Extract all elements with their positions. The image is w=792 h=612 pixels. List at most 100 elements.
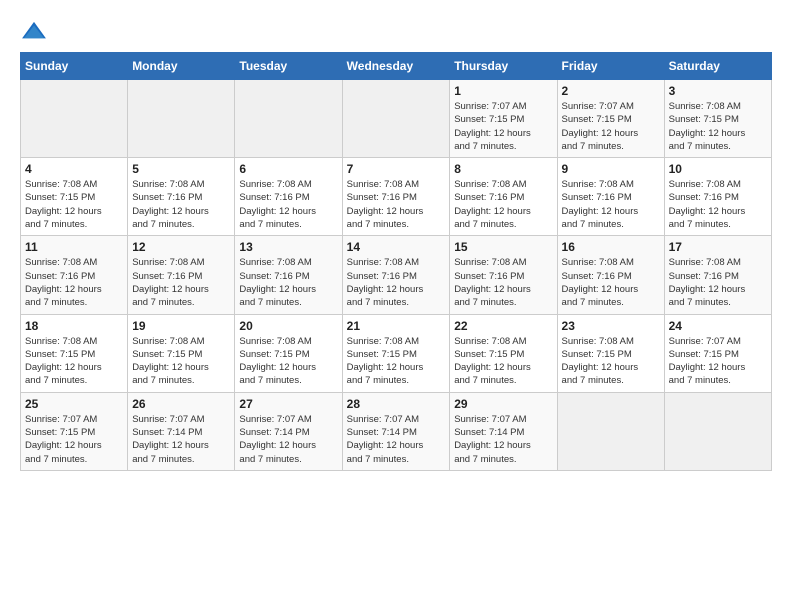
day-number: 28 [347,397,446,411]
day-info: Sunrise: 7:08 AM Sunset: 7:15 PM Dayligh… [25,335,123,388]
calendar-cell: 5 Sunrise: 7:08 AM Sunset: 7:16 PM Daylig… [128,158,235,236]
calendar-cell: 14 Sunrise: 7:08 AM Sunset: 7:16 PM Dayli… [342,236,450,314]
day-number: 6 [239,162,337,176]
calendar-week-1: 1 Sunrise: 7:07 AM Sunset: 7:15 PM Daylig… [21,80,772,158]
calendar-cell: 16Sunrise: 7:08 AM Sunset: 7:16 PM Dayli… [557,236,664,314]
day-info: Sunrise: 7:08 AM Sunset: 7:15 PM Dayligh… [347,335,446,388]
calendar-cell: 2 Sunrise: 7:07 AM Sunset: 7:15 PM Daylig… [557,80,664,158]
day-info: Sunrise: 7:07 AM Sunset: 7:15 PM Dayligh… [669,335,767,388]
calendar-cell: 10 Sunrise: 7:08 AM Sunset: 7:16 PM Dayli… [664,158,771,236]
day-number: 27 [239,397,337,411]
day-info: Sunrise: 7:07 AM Sunset: 7:14 PM Dayligh… [132,413,230,466]
calendar-cell: 3 Sunrise: 7:08 AM Sunset: 7:15 PM Daylig… [664,80,771,158]
day-info: Sunrise: 7:08 AM Sunset: 7:16 PM Dayligh… [669,178,767,231]
day-number: 25 [25,397,123,411]
calendar-week-5: 25 Sunrise: 7:07 AM Sunset: 7:15 PM Dayli… [21,392,772,470]
calendar-cell: 9 Sunrise: 7:08 AM Sunset: 7:16 PM Daylig… [557,158,664,236]
day-info: Sunrise: 7:08 AM Sunset: 7:16 PM Dayligh… [347,178,446,231]
day-info: Sunrise: 7:08 AM Sunset: 7:16 PM Dayligh… [562,178,660,231]
calendar-cell: 23 Sunrise: 7:08 AM Sunset: 7:15 PM Dayli… [557,314,664,392]
day-number: 16 [562,240,660,254]
calendar-cell: 8Sunrise: 7:08 AM Sunset: 7:16 PM Daylig… [450,158,557,236]
day-info: Sunrise: 7:07 AM Sunset: 7:15 PM Dayligh… [25,413,123,466]
day-number: 2 [562,84,660,98]
day-number: 26 [132,397,230,411]
col-header-friday: Friday [557,53,664,80]
calendar-cell [128,80,235,158]
col-header-monday: Monday [128,53,235,80]
calendar-cell: 29 Sunrise: 7:07 AM Sunset: 7:14 PM Dayli… [450,392,557,470]
day-info: Sunrise: 7:08 AM Sunset: 7:15 PM Dayligh… [25,178,123,231]
day-number: 7 [347,162,446,176]
day-info: Sunrise: 7:08 AM Sunset: 7:15 PM Dayligh… [239,335,337,388]
col-header-tuesday: Tuesday [235,53,342,80]
day-info: Sunrise: 7:08 AM Sunset: 7:15 PM Dayligh… [562,335,660,388]
day-info: Sunrise: 7:08 AM Sunset: 7:16 PM Dayligh… [132,256,230,309]
calendar-header-row: SundayMondayTuesdayWednesdayThursdayFrid… [21,53,772,80]
day-info: Sunrise: 7:08 AM Sunset: 7:16 PM Dayligh… [454,178,552,231]
day-number: 24 [669,319,767,333]
day-number: 14 [347,240,446,254]
calendar-cell: 26 Sunrise: 7:07 AM Sunset: 7:14 PM Dayli… [128,392,235,470]
day-info: Sunrise: 7:07 AM Sunset: 7:14 PM Dayligh… [347,413,446,466]
calendar-cell: 4 Sunrise: 7:08 AM Sunset: 7:15 PM Daylig… [21,158,128,236]
calendar-cell: 18Sunrise: 7:08 AM Sunset: 7:15 PM Dayli… [21,314,128,392]
calendar-cell: 1 Sunrise: 7:07 AM Sunset: 7:15 PM Daylig… [450,80,557,158]
day-number: 29 [454,397,552,411]
page-header [20,20,772,42]
day-number: 4 [25,162,123,176]
calendar-cell [235,80,342,158]
day-info: Sunrise: 7:08 AM Sunset: 7:16 PM Dayligh… [347,256,446,309]
calendar-cell: 7 Sunrise: 7:08 AM Sunset: 7:16 PM Daylig… [342,158,450,236]
day-info: Sunrise: 7:07 AM Sunset: 7:14 PM Dayligh… [454,413,552,466]
day-number: 13 [239,240,337,254]
calendar-cell: 17Sunrise: 7:08 AM Sunset: 7:16 PM Dayli… [664,236,771,314]
day-number: 20 [239,319,337,333]
day-number: 23 [562,319,660,333]
day-number: 10 [669,162,767,176]
calendar-cell: 11 Sunrise: 7:08 AM Sunset: 7:16 PM Dayli… [21,236,128,314]
calendar-cell: 15 Sunrise: 7:08 AM Sunset: 7:16 PM Dayli… [450,236,557,314]
day-info: Sunrise: 7:07 AM Sunset: 7:15 PM Dayligh… [454,100,552,153]
calendar-cell: 22Sunrise: 7:08 AM Sunset: 7:15 PM Dayli… [450,314,557,392]
day-number: 11 [25,240,123,254]
calendar-cell [342,80,450,158]
day-number: 5 [132,162,230,176]
day-info: Sunrise: 7:08 AM Sunset: 7:15 PM Dayligh… [669,100,767,153]
day-number: 15 [454,240,552,254]
calendar-cell: 6 Sunrise: 7:08 AM Sunset: 7:16 PM Daylig… [235,158,342,236]
calendar-cell [21,80,128,158]
calendar-week-3: 11 Sunrise: 7:08 AM Sunset: 7:16 PM Dayli… [21,236,772,314]
day-info: Sunrise: 7:08 AM Sunset: 7:16 PM Dayligh… [239,178,337,231]
calendar-cell: 24 Sunrise: 7:07 AM Sunset: 7:15 PM Dayli… [664,314,771,392]
calendar-cell: 12 Sunrise: 7:08 AM Sunset: 7:16 PM Dayli… [128,236,235,314]
day-number: 22 [454,319,552,333]
day-info: Sunrise: 7:08 AM Sunset: 7:16 PM Dayligh… [239,256,337,309]
calendar-cell: 28 Sunrise: 7:07 AM Sunset: 7:14 PM Dayli… [342,392,450,470]
col-header-wednesday: Wednesday [342,53,450,80]
logo [20,20,52,42]
calendar-cell: 21 Sunrise: 7:08 AM Sunset: 7:15 PM Dayli… [342,314,450,392]
day-info: Sunrise: 7:08 AM Sunset: 7:16 PM Dayligh… [132,178,230,231]
calendar-cell: 19Sunrise: 7:08 AM Sunset: 7:15 PM Dayli… [128,314,235,392]
calendar-cell [557,392,664,470]
col-header-thursday: Thursday [450,53,557,80]
day-info: Sunrise: 7:07 AM Sunset: 7:14 PM Dayligh… [239,413,337,466]
day-info: Sunrise: 7:08 AM Sunset: 7:16 PM Dayligh… [669,256,767,309]
calendar-week-2: 4 Sunrise: 7:08 AM Sunset: 7:15 PM Daylig… [21,158,772,236]
day-info: Sunrise: 7:08 AM Sunset: 7:16 PM Dayligh… [25,256,123,309]
calendar-table: SundayMondayTuesdayWednesdayThursdayFrid… [20,52,772,471]
day-number: 12 [132,240,230,254]
day-number: 21 [347,319,446,333]
day-number: 19 [132,319,230,333]
col-header-saturday: Saturday [664,53,771,80]
logo-icon [20,20,48,42]
calendar-cell: 27 Sunrise: 7:07 AM Sunset: 7:14 PM Dayli… [235,392,342,470]
day-number: 1 [454,84,552,98]
day-info: Sunrise: 7:07 AM Sunset: 7:15 PM Dayligh… [562,100,660,153]
calendar-cell: 20 Sunrise: 7:08 AM Sunset: 7:15 PM Dayli… [235,314,342,392]
calendar-week-4: 18Sunrise: 7:08 AM Sunset: 7:15 PM Dayli… [21,314,772,392]
day-number: 3 [669,84,767,98]
day-number: 9 [562,162,660,176]
day-info: Sunrise: 7:08 AM Sunset: 7:16 PM Dayligh… [454,256,552,309]
